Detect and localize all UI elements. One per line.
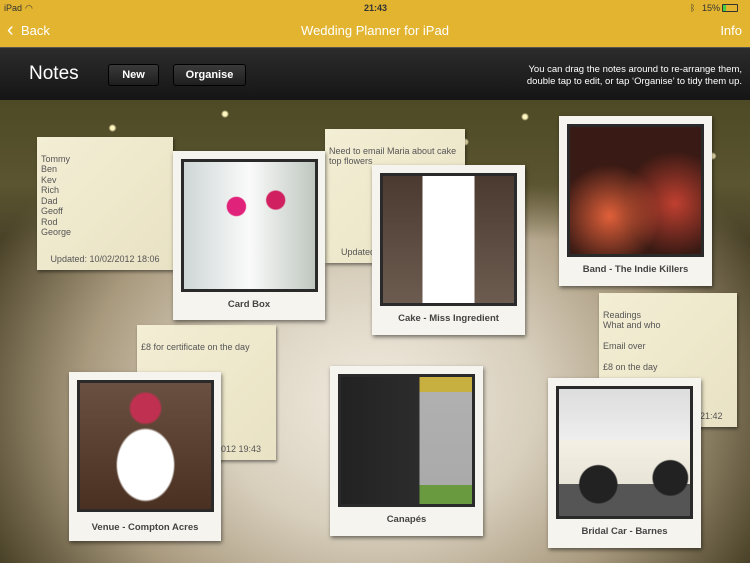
clock: 21:43 (364, 3, 388, 13)
note-updated: 21:42 (700, 410, 723, 421)
photo-bridal-car[interactable]: Bridal Car - Barnes (548, 378, 701, 548)
note-text: Need to email Maria about cake top flowe… (329, 145, 457, 167)
cake-photo (380, 173, 517, 306)
help-text: You can drag the notes around to re-arra… (526, 64, 742, 87)
note-text: Tommy Ben Kev Rich Dad Geoff Rod George (41, 153, 72, 238)
band-photo (567, 124, 704, 257)
photo-caption: Card Box (227, 299, 271, 310)
note-text: £8 for certificate on the day (141, 341, 250, 352)
bluetooth-icon: ᛒ (690, 3, 696, 13)
note-text: Readings What and who Email over £8 on t… (603, 309, 661, 373)
info-button[interactable]: Info (720, 23, 742, 38)
battery-percent: 15% (702, 3, 721, 13)
card-box-photo (181, 159, 318, 292)
nav-bar: ‹ Back Wedding Planner for iPad Info (0, 16, 750, 47)
status-bar: iPad ◠ 21:43 ᛒ 15% (0, 0, 750, 16)
photo-caption: Cake - Miss Ingredient (398, 313, 499, 324)
photo-canapes[interactable]: Canapés (330, 366, 483, 536)
new-button[interactable]: New (108, 64, 159, 86)
photo-card-box[interactable]: Card Box (173, 151, 325, 320)
notes-title: Notes (29, 63, 79, 84)
venue-photo (77, 380, 214, 512)
wifi-icon: ◠ (25, 3, 33, 13)
page-title: Wedding Planner for iPad (301, 23, 449, 38)
photo-caption: Venue - Compton Acres (91, 522, 199, 533)
bridal-car-photo (556, 386, 693, 519)
battery-icon (722, 4, 738, 12)
notes-toolbar: Notes New Organise You can drag the note… (0, 47, 750, 100)
photo-caption: Band - The Indie Killers (582, 264, 689, 275)
organise-button[interactable]: Organise (173, 64, 246, 86)
photo-venue[interactable]: Venue - Compton Acres (69, 372, 221, 541)
canapes-photo (338, 374, 475, 507)
note-updated: Updated: 10/02/2012 18:06 (50, 253, 160, 264)
photo-caption: Bridal Car - Barnes (581, 526, 668, 537)
photo-caption: Canapés (386, 514, 427, 525)
note-updated: 012 19:43 (221, 443, 262, 454)
device-label: iPad (4, 3, 23, 13)
note-guests[interactable]: Tommy Ben Kev Rich Dad Geoff Rod George … (37, 137, 173, 270)
photo-band[interactable]: Band - The Indie Killers (559, 116, 712, 286)
photo-cake[interactable]: Cake - Miss Ingredient (372, 165, 525, 335)
